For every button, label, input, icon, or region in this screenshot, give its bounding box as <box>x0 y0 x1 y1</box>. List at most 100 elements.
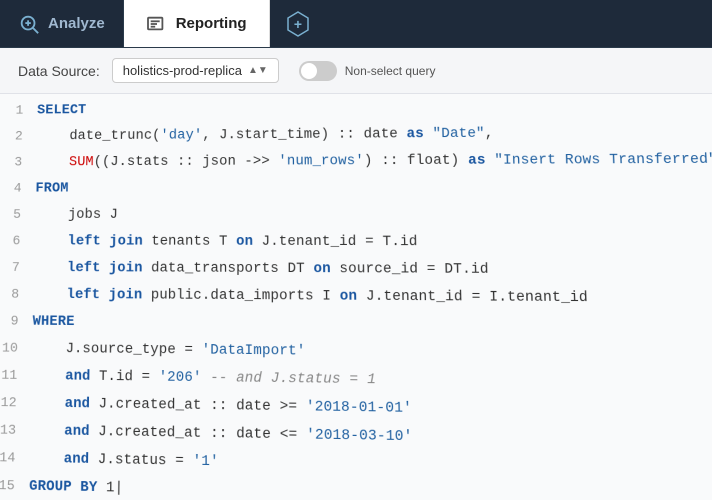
code-token: public.data_imports I <box>142 288 340 305</box>
datasource-arrow-icon: ▲▼ <box>248 65 268 76</box>
code-token: '2018-01-01' <box>306 400 412 418</box>
analyze-icon <box>18 13 40 35</box>
code-token: on <box>340 289 358 305</box>
nav-add-tab[interactable]: + <box>270 0 326 47</box>
add-hex-button[interactable]: + <box>284 10 312 38</box>
code-token: tenants T <box>143 234 236 250</box>
code-token: -- and J.status = 1 <box>202 370 377 388</box>
line-code: and J.status = '1' <box>30 451 219 471</box>
code-token: SUM <box>69 155 94 170</box>
code-token: 'num_rows' <box>278 154 364 170</box>
code-token: 'DataImport' <box>202 343 306 360</box>
line-number: 9 <box>0 313 33 329</box>
line-code: GROUP BY 1| <box>29 479 123 497</box>
line-code: and T.id = '206' -- and J.status = 1 <box>31 369 376 389</box>
code-token: , J.start_time) :: date <box>202 127 406 143</box>
code-editor[interactable]: 1SELECT2 date_trunc('day', J.start_time)… <box>0 94 712 500</box>
table-row: 7 left join data_transports DT on source… <box>0 259 712 290</box>
line-number: 4 <box>0 180 36 195</box>
line-code: SUM((J.stats :: json ->> 'num_rows') :: … <box>36 152 712 170</box>
table-row: 6 left join tenants T on J.tenant_id = T… <box>0 232 712 261</box>
code-token <box>36 155 69 170</box>
line-number: 8 <box>0 286 33 302</box>
code-token: 'day' <box>160 128 202 143</box>
code-token: J.created_at :: date <= <box>90 424 307 444</box>
line-number: 3 <box>0 154 36 169</box>
nav-bar: Analyze Reporting + <box>0 0 712 48</box>
datasource-value: holistics-prod-replica <box>123 63 242 78</box>
code-token: '1' <box>193 454 219 471</box>
code-token <box>31 369 65 385</box>
code-token: WHERE <box>32 314 74 330</box>
code-token <box>30 451 64 468</box>
code-token: J.tenant_id = I.tenant_id <box>357 289 588 306</box>
code-token: SELECT <box>37 103 86 118</box>
line-number: 1 <box>0 103 37 118</box>
line-code: left join tenants T on J.tenant_id = T.i… <box>34 234 417 250</box>
datasource-label: Data Source: <box>18 63 100 79</box>
line-number: 7 <box>0 260 34 276</box>
code-token: and <box>64 424 90 440</box>
code-token: on <box>313 262 330 278</box>
code-token: on <box>236 234 253 250</box>
code-token: '206' <box>159 370 202 386</box>
svg-text:+: + <box>293 18 301 34</box>
line-code: date_trunc('day', J.start_time) :: date … <box>36 126 493 144</box>
line-number: 6 <box>0 233 35 248</box>
report-icon <box>146 15 168 33</box>
line-code: WHERE <box>32 314 74 330</box>
code-token: T.id = <box>90 369 158 386</box>
line-code: and J.created_at :: date >= '2018-01-01' <box>31 396 412 417</box>
line-code: left join public.data_imports I on J.ten… <box>33 287 588 306</box>
code-token: J.tenant_id = T.id <box>253 234 418 250</box>
code-token <box>31 396 65 412</box>
code-token: left join <box>67 234 143 250</box>
line-code: left join data_transports DT on source_i… <box>34 261 489 278</box>
code-token <box>34 234 68 249</box>
line-code: and J.created_at :: date <= '2018-03-10' <box>30 423 413 445</box>
code-token: ) :: float) <box>364 153 468 169</box>
code-token: as <box>468 153 486 169</box>
code-token: J.status = <box>89 452 193 470</box>
code-token: left join <box>67 261 143 277</box>
code-token <box>33 287 67 303</box>
line-number: 15 <box>0 477 29 494</box>
reporting-label: Reporting <box>176 15 247 32</box>
code-token: as <box>406 127 424 142</box>
non-select-toggle[interactable] <box>299 61 337 81</box>
content-area: Data Source: holistics-prod-replica ▲▼ N… <box>0 48 712 500</box>
line-number: 12 <box>0 394 31 410</box>
nav-analyze-tab[interactable]: Analyze <box>0 0 124 47</box>
code-token: jobs J <box>35 208 118 223</box>
nav-reporting-tab[interactable]: Reporting <box>124 0 270 47</box>
line-number: 5 <box>0 207 35 222</box>
code-token: data_transports DT <box>143 261 314 277</box>
code-token: , <box>485 126 494 142</box>
code-token: source_id = DT.id <box>331 262 489 278</box>
code-token <box>30 423 64 440</box>
code-token: and <box>65 369 91 385</box>
code-token: J.source_type = <box>32 341 202 358</box>
code-token: date_trunc( <box>36 129 160 145</box>
line-code: J.source_type = 'DataImport' <box>32 341 306 360</box>
editor-area[interactable]: 1SELECT2 date_trunc('day', J.start_time)… <box>0 94 712 500</box>
code-token: and <box>64 452 90 469</box>
code-token: GROUP BY <box>29 479 98 497</box>
non-select-label: Non-select query <box>345 64 436 78</box>
code-token: FROM <box>35 181 68 196</box>
line-number: 13 <box>0 422 30 439</box>
datasource-selector[interactable]: holistics-prod-replica ▲▼ <box>112 58 279 83</box>
hexagon-add-icon: + <box>284 10 312 38</box>
code-token: left join <box>66 288 142 304</box>
table-row: 5 jobs J <box>0 205 712 233</box>
line-code: FROM <box>35 181 68 196</box>
line-number: 2 <box>0 128 37 143</box>
line-number: 11 <box>0 367 32 383</box>
table-row: 3 SUM((J.stats :: json ->> 'num_rows') :… <box>0 150 712 179</box>
line-code: jobs J <box>35 208 118 223</box>
analyze-label: Analyze <box>48 15 105 32</box>
line-code: SELECT <box>37 103 86 118</box>
code-token: 1| <box>97 480 123 497</box>
code-token: '2018-03-10' <box>306 428 413 446</box>
code-token: "Insert Rows Transferred" <box>485 152 712 169</box>
